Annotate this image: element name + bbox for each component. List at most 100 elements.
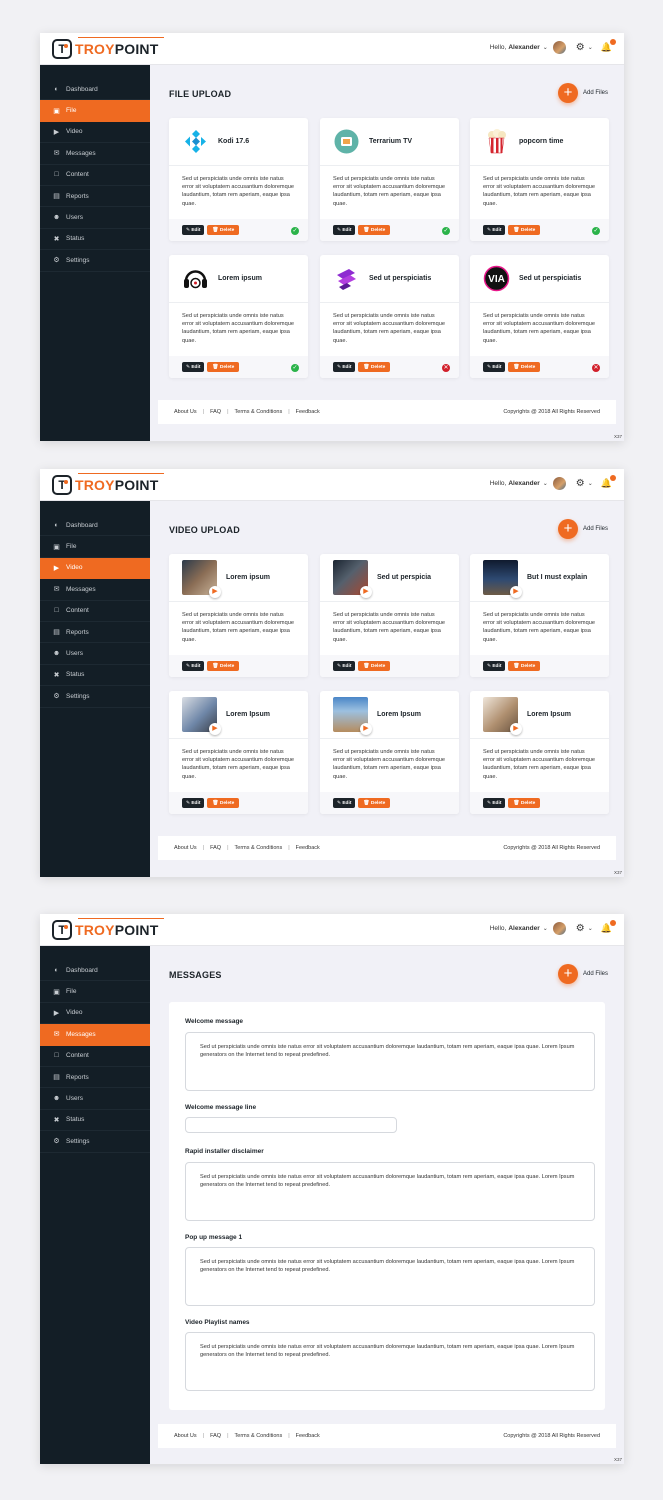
delete-button[interactable]: 🗑 Delete	[508, 225, 541, 235]
play-icon[interactable]: ▶	[360, 586, 372, 598]
chevron-down-icon[interactable]: ⌄	[588, 44, 593, 51]
sidebar-item-content[interactable]: □ Content	[40, 1046, 150, 1067]
play-icon[interactable]: ▶	[510, 723, 522, 735]
sidebar-item-status[interactable]: ✖ Status	[40, 229, 150, 251]
sidebar-item-users[interactable]: ☻ Users	[40, 207, 150, 229]
video-thumbnail[interactable]: ▶	[483, 697, 522, 735]
sidebar-item-messages[interactable]: ✉ Messages	[40, 143, 150, 165]
sidebar-item-users[interactable]: ☻ Users	[40, 1088, 150, 1110]
sidebar-item-file[interactable]: ▣ File	[40, 981, 150, 1003]
logo[interactable]: T TROYPOINT	[52, 473, 164, 495]
sidebar-item-video[interactable]: ▶ Video	[40, 1003, 150, 1025]
chevron-down-icon[interactable]: ⌄	[588, 480, 593, 487]
terms-link[interactable]: Terms & Conditions	[235, 845, 283, 851]
sidebar-item-status[interactable]: ✖ Status	[40, 1110, 150, 1132]
sidebar-item-messages[interactable]: ✉ Messages	[40, 1024, 150, 1046]
bell-icon[interactable]: 🔔	[601, 39, 616, 53]
play-icon[interactable]: ▶	[510, 586, 522, 598]
sidebar-item-messages[interactable]: ✉ Messages	[40, 579, 150, 601]
delete-button[interactable]: 🗑 Delete	[508, 661, 541, 671]
sidebar-item-reports[interactable]: ▤ Reports	[40, 1067, 150, 1089]
sidebar-item-dashboard[interactable]: ◐ Dashboard	[40, 960, 150, 982]
edit-button[interactable]: ✎ Edit	[182, 661, 205, 671]
video-playlist-names-textarea[interactable]: Sed ut perspiciatis unde omnis iste natu…	[185, 1332, 595, 1391]
delete-button[interactable]: 🗑 Delete	[207, 225, 240, 235]
faq-link[interactable]: FAQ	[210, 409, 221, 415]
welcome-message-line-input[interactable]	[185, 1117, 397, 1133]
delete-button[interactable]: 🗑 Delete	[358, 661, 391, 671]
avatar[interactable]	[552, 477, 566, 490]
delete-button[interactable]: 🗑 Delete	[358, 798, 391, 808]
sidebar-item-reports[interactable]: ▤ Reports	[40, 622, 150, 644]
logo[interactable]: T TROYPOINT	[52, 918, 164, 940]
sidebar-item-settings[interactable]: ⚙ Settings	[40, 686, 150, 708]
delete-button[interactable]: 🗑 Delete	[207, 661, 240, 671]
sidebar-item-settings[interactable]: ⚙ Settings	[40, 250, 150, 272]
feedback-link[interactable]: Feedback	[296, 409, 320, 415]
video-thumbnail[interactable]: ▶	[483, 560, 522, 598]
gear-icon[interactable]: ⚙	[576, 478, 585, 489]
terms-link[interactable]: Terms & Conditions	[235, 1433, 283, 1439]
edit-button[interactable]: ✎ Edit	[333, 661, 356, 671]
play-icon[interactable]: ▶	[209, 586, 221, 598]
edit-button[interactable]: ✎ Edit	[333, 362, 356, 372]
welcome-message-textarea[interactable]: Sed ut perspiciatis unde omnis iste natu…	[185, 1032, 595, 1091]
delete-button[interactable]: 🗑 Delete	[207, 362, 240, 372]
edit-button[interactable]: ✎ Edit	[333, 798, 356, 808]
gear-icon[interactable]: ⚙	[576, 923, 585, 934]
delete-button[interactable]: 🗑 Delete	[508, 798, 541, 808]
chevron-down-icon[interactable]: ⌄	[543, 480, 548, 487]
sidebar-item-file[interactable]: ▣ File	[40, 536, 150, 558]
video-thumbnail[interactable]: ▶	[333, 697, 372, 735]
edit-button[interactable]: ✎ Edit	[182, 362, 205, 372]
plus-icon[interactable]: +	[557, 964, 578, 984]
video-thumbnail[interactable]: ▶	[182, 560, 221, 598]
edit-button[interactable]: ✎ Edit	[483, 798, 506, 808]
add-files[interactable]: + Add Files	[557, 964, 608, 984]
sidebar-item-users[interactable]: ☻ Users	[40, 643, 150, 665]
user-name[interactable]: Alexander	[508, 925, 539, 932]
chevron-down-icon[interactable]: ⌄	[588, 925, 593, 932]
sidebar-item-file[interactable]: ▣ File	[40, 100, 150, 122]
video-thumbnail[interactable]: ▶	[333, 560, 372, 598]
edit-button[interactable]: ✎ Edit	[182, 798, 205, 808]
play-icon[interactable]: ▶	[360, 723, 372, 735]
about-link[interactable]: About Us	[174, 845, 197, 851]
avatar[interactable]	[552, 41, 566, 54]
user-name[interactable]: Alexander	[508, 480, 539, 487]
add-files[interactable]: + Add Files	[557, 83, 608, 103]
edit-button[interactable]: ✎ Edit	[483, 661, 506, 671]
faq-link[interactable]: FAQ	[210, 1433, 221, 1439]
avatar[interactable]	[552, 922, 566, 935]
sidebar-item-content[interactable]: □ Content	[40, 165, 150, 186]
play-icon[interactable]: ▶	[209, 723, 221, 735]
sidebar-item-content[interactable]: □ Content	[40, 601, 150, 622]
edit-button[interactable]: ✎ Edit	[483, 362, 506, 372]
edit-button[interactable]: ✎ Edit	[182, 225, 205, 235]
sidebar-item-video[interactable]: ▶ Video	[40, 122, 150, 144]
delete-button[interactable]: 🗑 Delete	[207, 798, 240, 808]
about-link[interactable]: About Us	[174, 1433, 197, 1439]
sidebar-item-video[interactable]: ▶ Video	[40, 557, 150, 580]
user-name[interactable]: Alexander	[508, 44, 539, 51]
sidebar-item-dashboard[interactable]: ◐ Dashboard	[40, 79, 150, 101]
faq-link[interactable]: FAQ	[210, 845, 221, 851]
about-link[interactable]: About Us	[174, 409, 197, 415]
bell-icon[interactable]: 🔔	[601, 475, 616, 489]
delete-button[interactable]: 🗑 Delete	[358, 362, 391, 372]
chevron-down-icon[interactable]: ⌄	[543, 925, 548, 932]
feedback-link[interactable]: Feedback	[296, 1433, 320, 1439]
edit-button[interactable]: ✎ Edit	[483, 225, 506, 235]
chevron-down-icon[interactable]: ⌄	[543, 44, 548, 51]
sidebar-item-reports[interactable]: ▤ Reports	[40, 186, 150, 208]
sidebar-item-settings[interactable]: ⚙ Settings	[40, 1131, 150, 1153]
bell-icon[interactable]: 🔔	[601, 920, 616, 934]
popup-message-textarea[interactable]: Sed ut perspiciatis unde omnis iste natu…	[185, 1247, 595, 1306]
sidebar-item-status[interactable]: ✖ Status	[40, 665, 150, 687]
sidebar-item-dashboard[interactable]: ◐ Dashboard	[40, 515, 150, 537]
edit-button[interactable]: ✎ Edit	[333, 225, 356, 235]
add-files[interactable]: + Add Files	[557, 519, 608, 539]
gear-icon[interactable]: ⚙	[576, 42, 585, 53]
plus-icon[interactable]: +	[557, 519, 578, 539]
plus-icon[interactable]: +	[557, 83, 578, 103]
